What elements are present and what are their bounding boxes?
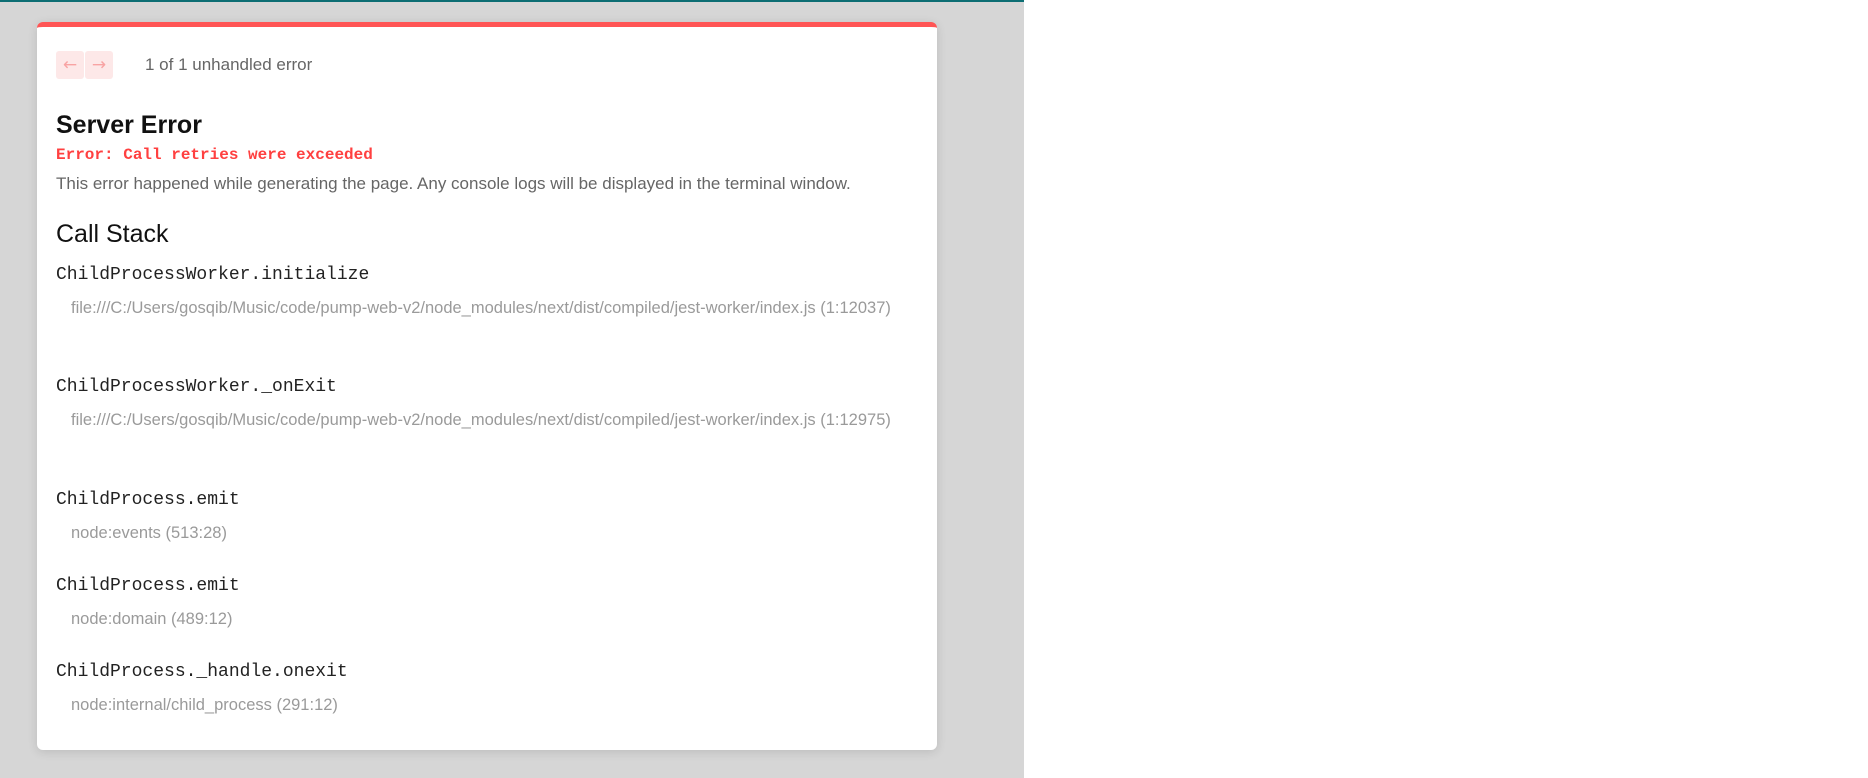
frame-function: ChildProcess._handle.onexit [56,662,348,682]
frame-location[interactable]: file:///C:/Users/gosqib/Music/code/pump-… [71,407,901,434]
error-description: This error happened while generating the… [56,174,851,193]
error-overlay-dialog: ← → 1 of 1 unhandled error Server Error … [37,22,937,750]
error-title: Server Error [56,111,202,139]
frame-function: ChildProcess.emit [56,490,240,510]
frame-location[interactable]: node:events (513:28) [71,520,901,547]
call-stack-frame[interactable]: ChildProcess.emit node:domain (489:12) [56,576,901,633]
call-stack-frame[interactable]: ChildProcess.emit node:events (513:28) [56,490,901,547]
frame-location[interactable]: file:///C:/Users/gosqib/Music/code/pump-… [71,295,901,322]
call-stack-frame[interactable]: ChildProcessWorker.initialize file:///C:… [56,265,901,322]
error-pagination: ← → 1 of 1 unhandled error [56,51,312,79]
call-stack-title: Call Stack [56,220,169,248]
frame-function: ChildProcessWorker._onExit [56,377,337,397]
frame-location[interactable]: node:domain (489:12) [71,606,901,633]
page-backdrop: ← → 1 of 1 unhandled error Server Error … [0,0,1024,778]
call-stack-frame[interactable]: ChildProcessWorker._onExit file:///C:/Us… [56,377,901,434]
arrow-right-icon[interactable]: → [85,51,113,79]
frame-location[interactable]: node:internal/child_process (291:12) [71,692,901,719]
error-message: Error: Call retries were exceeded [56,146,373,164]
error-count-text: 1 of 1 unhandled error [145,55,313,74]
frame-function: ChildProcess.emit [56,576,240,596]
frame-function: ChildProcessWorker.initialize [56,265,370,285]
call-stack-frame[interactable]: ChildProcess._handle.onexit node:interna… [56,662,901,719]
arrow-left-icon[interactable]: ← [56,51,84,79]
